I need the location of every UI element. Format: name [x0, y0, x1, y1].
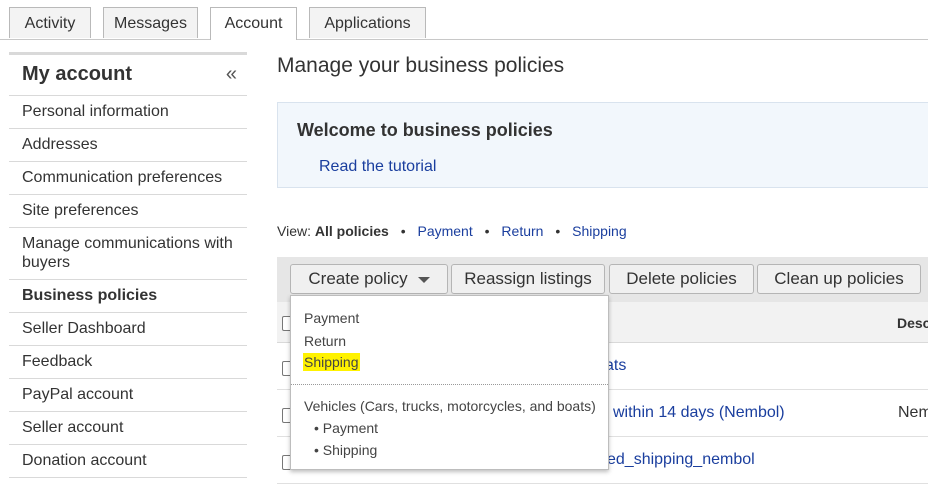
sidebar-item-manage-communications[interactable]: Manage communications with buyers [9, 228, 247, 280]
account-sidebar: My account « Personal information Addres… [9, 52, 247, 478]
menu-group-vehicles: Vehicles (Cars, trucks, motorcycles, and… [304, 398, 596, 414]
reassign-listings-button[interactable]: Reassign listings [451, 264, 605, 294]
chevron-down-icon [417, 276, 430, 283]
view-prefix: View: [277, 223, 311, 239]
sidebar-item-donation-account[interactable]: Donation account [9, 445, 247, 478]
tab-messages[interactable]: Messages [103, 7, 198, 38]
sidebar-item-feedback[interactable]: Feedback [9, 346, 247, 379]
view-separator: • [400, 223, 406, 239]
tab-account[interactable]: Account [210, 7, 297, 40]
menu-divider [291, 384, 608, 385]
sidebar-item-addresses[interactable]: Addresses [9, 129, 247, 162]
sidebar-item-personal-information[interactable]: Personal information [9, 96, 247, 129]
tab-activity[interactable]: Activity [9, 7, 91, 38]
tutorial-link[interactable]: Read the tutorial [319, 158, 436, 176]
top-tabs: Activity Messages Account Applications [0, 0, 928, 40]
sidebar-title: My account [22, 63, 133, 85]
create-policy-label: Create policy [308, 269, 408, 288]
view-separator: • [555, 223, 561, 239]
page-title: Manage your business policies [277, 54, 565, 77]
welcome-panel: Welcome to business policies Read the tu… [277, 102, 928, 188]
view-filter: View: All policies • Payment • Return • … [277, 223, 627, 239]
menu-item-shipping-label: Shipping [303, 353, 360, 371]
create-policy-menu: Payment Return Shipping Vehicles (Cars, … [290, 295, 609, 470]
sidebar-item-seller-dashboard[interactable]: Seller Dashboard [9, 313, 247, 346]
menu-item-vehicles-shipping[interactable]: • Shipping [314, 442, 377, 458]
column-header-description: Desc [897, 315, 928, 331]
menu-item-vehicles-payment[interactable]: • Payment [314, 420, 378, 436]
sidebar-item-seller-account[interactable]: Seller account [9, 412, 247, 445]
clean-up-policies-button[interactable]: Clean up policies [757, 264, 921, 294]
sidebar-item-business-policies[interactable]: Business policies [9, 280, 247, 313]
view-link-payment[interactable]: Payment [417, 223, 472, 239]
delete-policies-button[interactable]: Delete policies [609, 264, 754, 294]
policy-description: Nem [898, 404, 928, 421]
view-link-shipping[interactable]: Shipping [572, 223, 627, 239]
view-current: All policies [314, 223, 389, 239]
view-link-return[interactable]: Return [501, 223, 543, 239]
create-policy-button[interactable]: Create policy [290, 264, 448, 294]
collapse-icon[interactable]: « [226, 63, 237, 86]
menu-item-shipping[interactable]: Shipping [303, 353, 360, 371]
menu-item-return[interactable]: Return [304, 333, 346, 349]
policy-name-link[interactable]: ed_shipping_nembol [607, 451, 755, 469]
menu-item-payment[interactable]: Payment [304, 310, 359, 326]
view-separator: • [484, 223, 490, 239]
sidebar-item-communication-preferences[interactable]: Communication preferences [9, 162, 247, 195]
sidebar-header: My account « [9, 52, 247, 96]
welcome-title: Welcome to business policies [297, 120, 553, 140]
sidebar-item-paypal-account[interactable]: PayPal account [9, 379, 247, 412]
tab-applications[interactable]: Applications [309, 7, 426, 38]
policy-name-link[interactable]: within 14 days (Nembol) [613, 404, 785, 422]
sidebar-item-site-preferences[interactable]: Site preferences [9, 195, 247, 228]
